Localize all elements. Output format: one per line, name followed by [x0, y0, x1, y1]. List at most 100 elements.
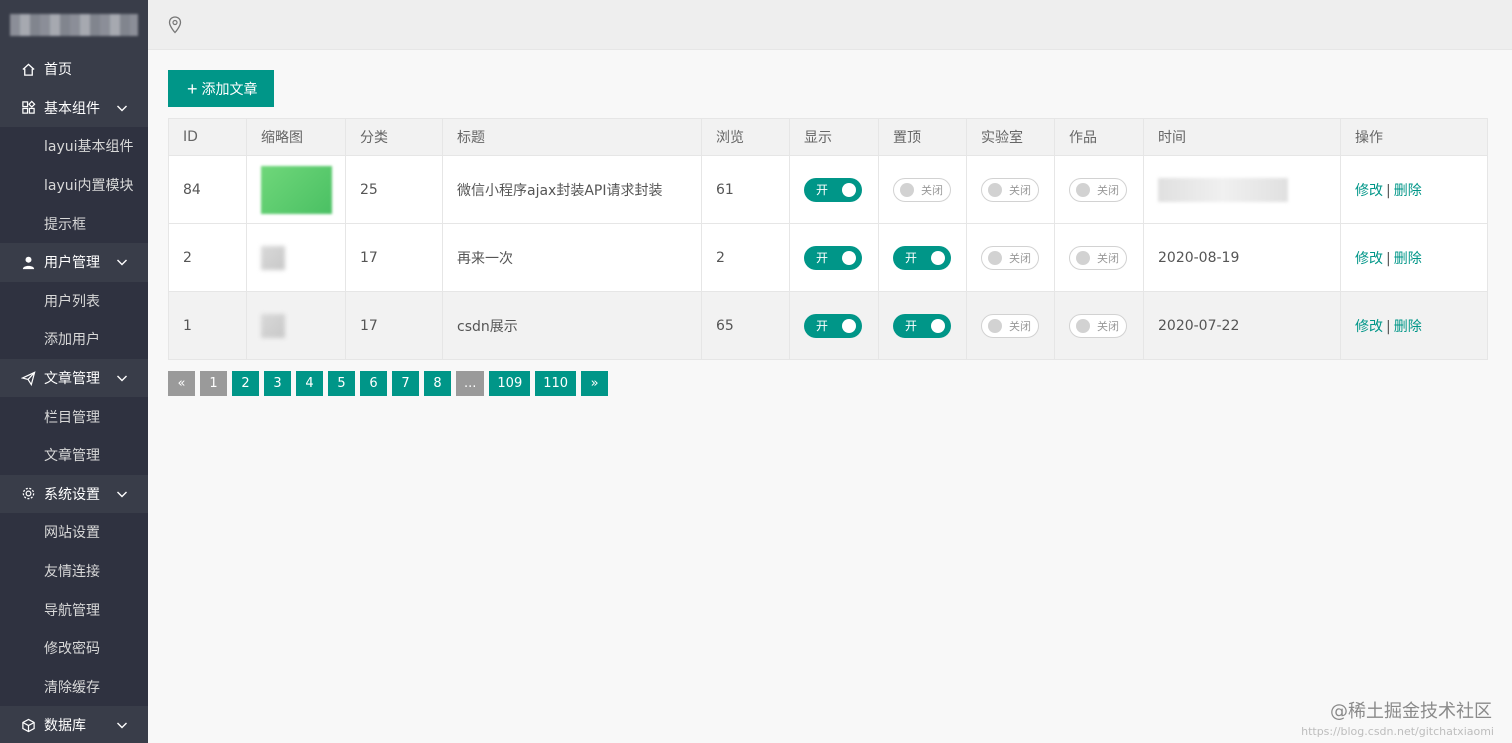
- page-button[interactable]: 7: [392, 371, 419, 396]
- switch-knob: [988, 318, 1002, 333]
- page-ellipsis: ...: [456, 371, 485, 396]
- watermark-url: https://blog.csdn.net/gitchatxiaomi: [1301, 725, 1494, 738]
- edit-link[interactable]: 修改: [1355, 319, 1383, 335]
- page-button[interactable]: 2: [232, 371, 259, 396]
- sidebar-subitem[interactable]: 网站设置: [0, 513, 148, 552]
- logo[interactable]: [0, 0, 148, 50]
- sidebar-subitem[interactable]: 提示框: [0, 204, 148, 243]
- page-button[interactable]: 6: [360, 371, 387, 396]
- cell-title: csdn展示: [442, 291, 702, 360]
- sidebar-item-5[interactable]: 数据库: [0, 706, 148, 743]
- sidebar-subitem[interactable]: layui内置模块: [0, 165, 148, 205]
- sidebar-item-3[interactable]: 文章管理: [0, 358, 148, 398]
- work-switch[interactable]: 关闭: [1069, 245, 1127, 270]
- sidebar-subitem[interactable]: 文章管理: [0, 435, 148, 475]
- plus-icon: +: [187, 78, 198, 99]
- lab-switch[interactable]: 关闭: [981, 177, 1039, 202]
- sidebar-subitem[interactable]: 用户列表: [0, 281, 148, 321]
- top-switch[interactable]: 关闭: [893, 177, 951, 202]
- thumbnail-image: [261, 165, 332, 214]
- col-header-lab[interactable]: 实验室: [966, 118, 1055, 156]
- sidebar-item-2[interactable]: 用户管理: [0, 242, 148, 282]
- prev-page-button[interactable]: «: [168, 371, 195, 396]
- col-header-top[interactable]: 置顶: [878, 118, 967, 156]
- action-separator: |: [1386, 250, 1391, 267]
- cell-work: 关闭: [1054, 291, 1144, 360]
- cell-show: 开: [789, 223, 879, 292]
- page-button[interactable]: 3: [264, 371, 291, 396]
- sidebar-subitem[interactable]: 友情连接: [0, 551, 148, 591]
- sidebar-subitem[interactable]: 清除缓存: [0, 667, 148, 707]
- top-switch[interactable]: 开: [893, 245, 951, 270]
- next-page-button[interactable]: »: [581, 371, 609, 396]
- col-header-category[interactable]: 分类: [345, 118, 443, 156]
- col-header-thumbnail[interactable]: 缩略图: [246, 118, 346, 156]
- page-button[interactable]: 110: [535, 371, 577, 396]
- sidebar-subitem[interactable]: 栏目管理: [0, 397, 148, 436]
- lab-switch[interactable]: 关闭: [981, 313, 1039, 338]
- top-header: [148, 0, 1512, 50]
- delete-link[interactable]: 删除: [1394, 319, 1422, 335]
- delete-link[interactable]: 删除: [1394, 183, 1422, 199]
- col-header-show[interactable]: 显示: [789, 118, 879, 156]
- table-row: 2 17 再来一次 2 开开关闭 关闭 2020-08-19 修改 | 删除: [168, 223, 1488, 292]
- gear-icon: [20, 486, 36, 502]
- delete-link[interactable]: 删除: [1394, 251, 1422, 267]
- cell-top: 开: [878, 291, 967, 360]
- cell-time: 2020-07-22: [1143, 291, 1341, 360]
- edit-link[interactable]: 修改: [1355, 251, 1383, 267]
- switch-label: 关闭: [1097, 319, 1119, 333]
- col-header-time[interactable]: 时间: [1143, 118, 1341, 156]
- page-button[interactable]: 109: [489, 371, 531, 396]
- col-header-work[interactable]: 作品: [1054, 118, 1144, 156]
- article-table: ID 缩略图 分类 标题 浏览 显示 置顶 实验室 作品 时间 操作 84 25 微…: [168, 118, 1488, 360]
- cell-title: 再来一次: [442, 223, 702, 292]
- cell-views: 65: [701, 291, 790, 360]
- top-switch[interactable]: 开: [893, 313, 951, 338]
- page-button[interactable]: 5: [328, 371, 355, 396]
- switch-knob: [1076, 250, 1090, 265]
- col-header-id[interactable]: ID: [168, 118, 247, 156]
- lab-switch[interactable]: 关闭: [981, 245, 1039, 270]
- sidebar-item-label: 首页: [44, 62, 72, 79]
- switch-knob: [1076, 182, 1090, 197]
- edit-link[interactable]: 修改: [1355, 183, 1383, 199]
- cell-title: 微信小程序ajax封装API请求封装: [442, 155, 702, 224]
- table-row: 1 17 csdn展示 65 开 开 关闭 关闭 2020-07-22 修改 | 删除: [168, 291, 1488, 360]
- col-header-views[interactable]: 浏览: [701, 118, 790, 156]
- page-button[interactable]: 4: [296, 371, 323, 396]
- sidebar-subitem[interactable]: 修改密码: [0, 628, 148, 668]
- sidebar-subitem[interactable]: 导航管理: [0, 590, 148, 629]
- page-button[interactable]: 1: [200, 371, 227, 396]
- sidebar-item-label: 系统设置: [44, 486, 100, 503]
- cell-lab: 关闭: [966, 223, 1055, 292]
- work-switch[interactable]: 关闭: [1069, 177, 1127, 202]
- show-switch[interactable]: 开: [804, 313, 862, 338]
- sidebar-subitem[interactable]: 添加用户: [0, 320, 148, 359]
- location-pin-icon[interactable]: [168, 16, 182, 34]
- show-switch[interactable]: 开: [804, 177, 862, 202]
- page-button[interactable]: 8: [424, 371, 451, 396]
- add-article-button[interactable]: + 添加文章: [168, 70, 274, 107]
- sidebar-item-4[interactable]: 系统设置: [0, 474, 148, 514]
- cell-actions: 修改 | 删除: [1340, 155, 1488, 224]
- work-switch[interactable]: 关闭: [1069, 313, 1127, 338]
- sidebar-subitem[interactable]: layui基本组件: [0, 127, 148, 166]
- sidebar-item-0[interactable]: 首页: [0, 50, 148, 89]
- switch-knob: [988, 250, 1002, 265]
- switch-label: 开: [816, 251, 829, 265]
- chevron-down-icon: [117, 259, 127, 266]
- chevron-down-icon: [117, 375, 127, 382]
- cell-views: 2: [701, 223, 790, 292]
- switch-knob: [1076, 318, 1090, 333]
- switch-knob: [988, 182, 1002, 197]
- show-switch[interactable]: 开: [804, 245, 862, 270]
- col-header-title[interactable]: 标题: [442, 118, 702, 156]
- switch-knob: [900, 182, 914, 197]
- sidebar-item-1[interactable]: 基本组件: [0, 88, 148, 128]
- cell-thumbnail: [246, 155, 346, 224]
- user-icon: [20, 254, 36, 270]
- sidebar-item-label: 基本组件: [44, 100, 100, 117]
- chevron-down-icon: [117, 105, 127, 112]
- cell-thumbnail: [246, 291, 346, 360]
